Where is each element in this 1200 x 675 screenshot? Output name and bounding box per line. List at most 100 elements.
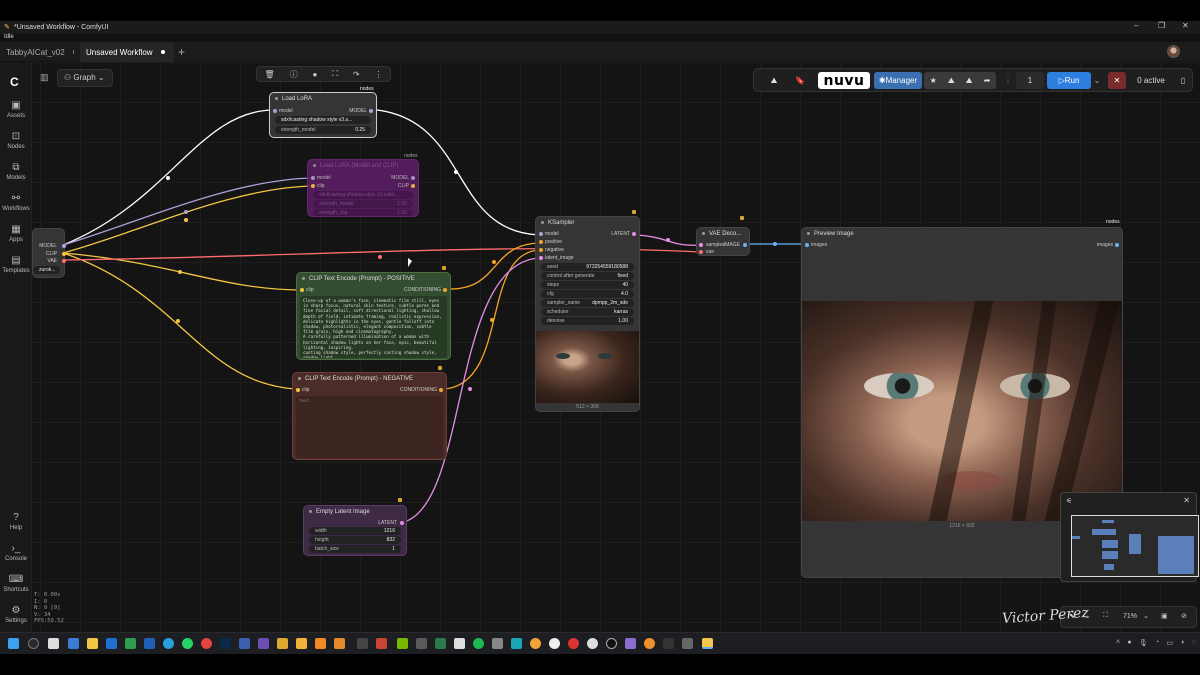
checkpoint-loader-node[interactable]: MODEL CLIP VAE zurok... [32, 228, 66, 278]
vae-decode-node[interactable]: VAE Deco... samples vae IMAGE [696, 227, 750, 256]
bypassed-lora-node[interactable]: Load LoRA (Model and CLIP) model clip MO… [307, 159, 419, 217]
app-icon[interactable] [492, 638, 503, 649]
app-icon[interactable] [296, 638, 307, 649]
app-icon[interactable] [416, 638, 427, 649]
samples-input-slot[interactable] [699, 243, 703, 247]
model-output-slot[interactable] [369, 109, 373, 113]
latent-output-slot[interactable] [632, 232, 636, 236]
sidebar-item-settings[interactable]: ⚙ Settings [0, 605, 32, 624]
graph-mode-dropdown[interactable]: ⚇ Graph ⌄ [57, 69, 113, 87]
clip-input-slot[interactable] [311, 184, 315, 188]
batch-count-input[interactable]: 1 [1016, 72, 1044, 89]
sidebar-item-models[interactable]: ⧉ Models [0, 162, 32, 181]
minimize-button[interactable]: – [1134, 21, 1138, 30]
steps-widget[interactable]: steps 40 [541, 281, 634, 289]
redo-icon[interactable]: ↷ [353, 70, 360, 79]
photoshop-icon[interactable] [220, 638, 231, 649]
app-icon[interactable] [258, 638, 269, 649]
vae-input-slot[interactable] [699, 250, 703, 254]
toggle-panel-icon[interactable]: ▥ [40, 72, 49, 83]
empty-latent-image-node[interactable]: Empty Latent Image LATENT width 1216 heig… [303, 505, 407, 556]
sampler-name-widget[interactable]: sampler_name dpmpp_2m_sde [541, 299, 634, 307]
graph-canvas[interactable]: MODEL CLIP VAE zurok... nodes Load LoRA … [0, 62, 1200, 632]
hide-links-icon[interactable]: ⊘ [1181, 612, 1187, 620]
app-icon[interactable] [68, 638, 79, 649]
minimap-toggle-icon[interactable]: ▣ [1161, 612, 1168, 620]
spotify-icon[interactable] [473, 638, 484, 649]
cfg-widget[interactable]: cfg 4.0 [541, 290, 634, 298]
sidebar-item-templates[interactable]: ▤ Templates [0, 255, 32, 274]
clip-input-slot[interactable] [296, 388, 300, 392]
task-view-icon[interactable] [48, 638, 59, 649]
app-icon[interactable] [625, 638, 636, 649]
checkpoint-name-widget[interactable]: zurok... [33, 266, 60, 274]
comfyui-taskbar-icon[interactable] [702, 638, 713, 649]
batch-size-widget[interactable]: batch_size 1 [309, 545, 401, 553]
strength-model-widget[interactable]: strength_model 1.00 [313, 200, 413, 208]
images-input-slot[interactable] [805, 243, 809, 247]
app-icon[interactable] [587, 638, 598, 649]
run-button[interactable]: ▷ Run [1047, 72, 1091, 89]
trash-icon[interactable]: 🗑 [264, 70, 274, 79]
blender-icon[interactable] [334, 638, 345, 649]
volume-icon[interactable]: ◖ [1180, 639, 1184, 649]
images-output-slot[interactable] [1115, 243, 1119, 247]
negative-input-slot[interactable] [539, 248, 543, 252]
sidebar-item-apps[interactable]: ▦ Apps [0, 224, 32, 243]
comfyui-logo[interactable]: C [10, 75, 19, 89]
star-icon[interactable]: ★ [930, 76, 937, 85]
control-after-generate-widget[interactable]: control after generate fixed [541, 272, 634, 280]
sidebar-item-help[interactable]: ? Help [0, 512, 32, 531]
mic-icon[interactable]: 🎙 [1139, 639, 1148, 649]
height-widget[interactable]: height 832 [309, 536, 401, 544]
lora-name-widget[interactable]: sdxl\casting shadow style v3.safet... [313, 191, 413, 199]
model-input-slot[interactable] [273, 109, 277, 113]
bookmark-icon[interactable]: 🔖 [792, 72, 808, 89]
app-icon[interactable] [239, 638, 250, 649]
minimap-viewport[interactable] [1071, 515, 1199, 577]
negative-prompt-text[interactable]: text [296, 396, 443, 458]
app-icon[interactable] [568, 638, 579, 649]
chevron-down-icon[interactable]: ⌄ [1143, 612, 1149, 620]
close-minimap-icon[interactable]: ✕ [1183, 496, 1190, 505]
app-icon[interactable] [144, 638, 155, 649]
lora-name-widget[interactable]: sdxl\casting shadow style v3.s... [275, 116, 371, 124]
sidebar-item-workflows[interactable]: ⚯ Workflows [0, 193, 32, 212]
chrome-icon[interactable] [201, 638, 212, 649]
zoom-level[interactable]: 71% [1123, 613, 1137, 620]
strength-model-widget[interactable]: strength_model 0.25 [275, 126, 371, 134]
sidebar-item-nodes[interactable]: ⊡ Nodes [0, 131, 32, 150]
telegram-icon[interactable] [163, 638, 174, 649]
whatsapp-icon[interactable] [182, 638, 193, 649]
conditioning-output-slot[interactable] [443, 288, 447, 292]
sidebar-item-shortcuts[interactable]: ⌨ Shortcuts [0, 574, 32, 593]
run-options-chevron-icon[interactable]: ⌄ [1092, 72, 1102, 89]
app-icon[interactable] [454, 638, 465, 649]
app-icon[interactable] [644, 638, 655, 649]
clip-input-slot[interactable] [300, 288, 304, 292]
ksampler-node[interactable]: KSampler model positive negative latent_… [535, 216, 640, 412]
mountain-icon[interactable]: ⛰ [948, 76, 955, 86]
width-widget[interactable]: width 1216 [309, 527, 401, 535]
network-icon[interactable]: ▭ [1166, 639, 1173, 649]
maximize-button[interactable]: ❐ [1158, 21, 1165, 30]
positive-prompt-node[interactable]: CLIP Text Encode (Prompt) - POSITIVE cli… [296, 272, 451, 360]
clip-output-slot[interactable] [411, 184, 415, 188]
model-input-slot[interactable] [311, 176, 315, 180]
app-tray-icon[interactable]: ● [1127, 639, 1131, 649]
latent-input-slot[interactable] [539, 256, 543, 260]
tab-unsaved-workflow[interactable]: Unsaved Workflow [80, 42, 174, 62]
image-output-slot[interactable] [743, 243, 747, 247]
wifi-icon[interactable]: ◔ [1155, 639, 1159, 649]
manager-button[interactable]: ✱ Manager [874, 72, 922, 89]
user-avatar[interactable] [1167, 45, 1180, 58]
color-picker-icon[interactable]: ● [313, 70, 318, 79]
chevron-up-icon[interactable]: ˄ [1116, 639, 1120, 649]
model-output-slot[interactable] [62, 244, 66, 248]
unreal-icon[interactable] [549, 638, 560, 649]
denoise-widget[interactable]: denoise 1.00 [541, 317, 634, 325]
positive-prompt-text[interactable]: Close-up of a woman's face, cinematic fi… [300, 296, 447, 358]
vae-output-slot[interactable] [62, 259, 66, 263]
tab-tabbyaicat[interactable]: TabbyAICat_v02 [0, 42, 80, 62]
file-explorer-icon[interactable] [87, 638, 98, 649]
